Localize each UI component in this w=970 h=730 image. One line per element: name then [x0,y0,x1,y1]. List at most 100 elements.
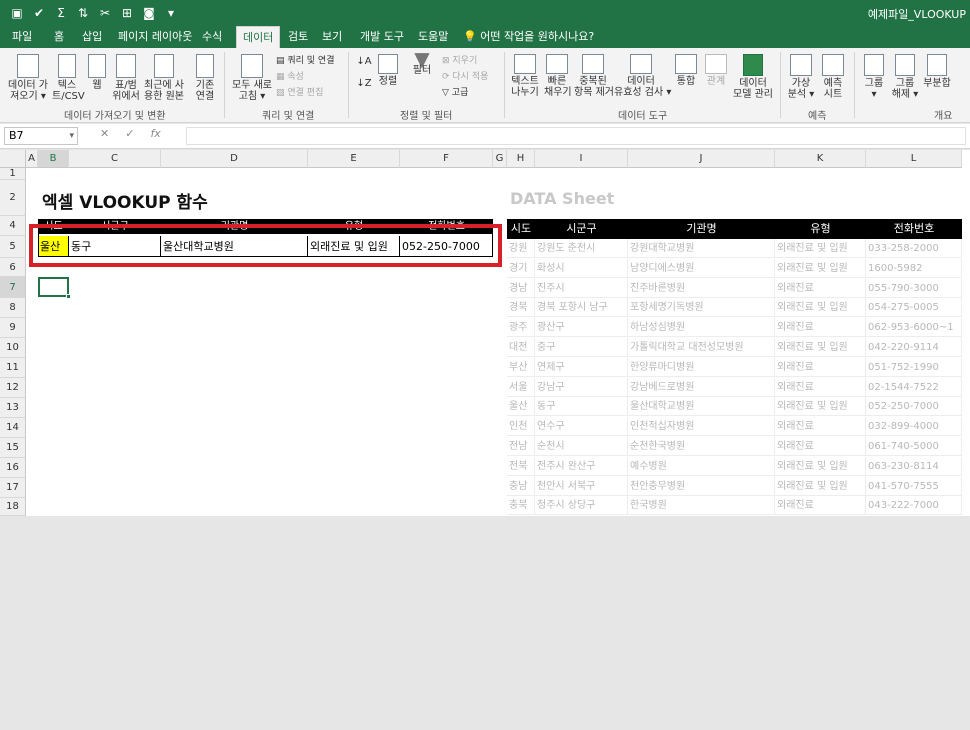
data-cell[interactable]: 대전 [507,338,535,357]
group-button[interactable]: 그룹 ▾ [860,54,888,100]
data-cell[interactable]: 충남 [507,476,535,496]
row-header[interactable]: 5 [0,236,26,258]
data-cell[interactable]: 하남성심병원 [628,318,775,338]
data-cell[interactable]: 남양디에스병원 [628,258,775,278]
data-cell[interactable]: 한양류마디병원 [628,357,775,377]
name-box[interactable]: B7 ▾ [4,127,78,145]
row-header[interactable]: 16 [0,458,26,478]
data-cell[interactable]: 1600-5982 [866,258,962,278]
data-cell[interactable]: 연제구 [535,357,628,377]
data-cell[interactable]: 외래진료 및 입원 [775,239,866,258]
data-cell[interactable]: 동구 [535,397,628,417]
row-header[interactable]: 17 [0,478,26,498]
forecast-sheet-button[interactable]: 예측 시트 [818,54,848,100]
row-header[interactable]: 6 [0,258,26,277]
data-cell[interactable]: 외래진료 [775,437,866,456]
sum-icon[interactable]: Σ [52,4,70,22]
row-header[interactable]: 8 [0,298,26,318]
chevron-down-icon[interactable]: ▾ [69,128,74,144]
save-icon[interactable]: ▣ [8,4,26,22]
row-header[interactable]: 9 [0,318,26,338]
sort-az-button[interactable]: ↓A [356,56,372,67]
manage-data-model-button[interactable]: 데이터 모델 관리 [732,54,774,100]
data-cell[interactable]: 052-250-7000 [866,397,962,417]
data-cell[interactable]: 외래진료 [775,318,866,338]
get-data-button[interactable]: 데이터 가 져오기 ▾ [6,54,50,102]
select-all-corner[interactable] [0,150,26,168]
data-cell[interactable]: 순천한국병원 [628,437,775,456]
data-cell[interactable]: 전주시 완산구 [535,456,628,476]
data-cell[interactable]: 강원대학교병원 [628,239,775,258]
column-header[interactable]: D [161,150,308,168]
data-cell[interactable]: 천안시 서북구 [535,476,628,496]
tab-0[interactable]: 파일 [6,26,38,48]
data-cell[interactable]: 외래진료 및 입원 [775,338,866,357]
edit-links-button[interactable]: ▧ 연결 편집 [276,88,323,99]
data-cell[interactable]: 063-230-8114 [866,456,962,476]
data-cell[interactable]: 외래진료 [775,278,866,298]
row-header[interactable]: 15 [0,438,26,458]
reapply-button[interactable]: ⟳ 다시 적용 [442,72,488,83]
data-cell[interactable]: 062-953-6000~1 [866,318,962,338]
what-if-analysis-button[interactable]: 가상 분석 ▾ [786,54,816,100]
advanced-filter-button[interactable]: ▽ 고급 [442,88,468,99]
data-cell[interactable]: 전북 [507,456,535,476]
flash-fill-button[interactable]: 빠른 채우기 [544,54,572,98]
tab-6[interactable]: 검토 [282,26,314,48]
insert-function-icon[interactable]: fx [150,127,160,140]
sort-button[interactable]: 정렬 [376,54,400,87]
recent-sources-button[interactable]: 최근에 사 용한 원본 [142,54,186,102]
web-button[interactable]: 웹 [86,54,108,91]
clear-filter-button[interactable]: ⊠ 지우기 [442,56,477,67]
data-cell[interactable]: 화성시 [535,258,628,278]
camera-icon[interactable]: ◙ [140,4,158,22]
column-header[interactable]: E [308,150,400,168]
data-cell[interactable]: 외래진료 및 입원 [775,298,866,318]
data-cell[interactable]: 외래진료 [775,417,866,437]
data-cell[interactable]: 예수병원 [628,456,775,476]
data-cell[interactable]: 051-752-1990 [866,357,962,377]
data-cell[interactable]: 인천 [507,417,535,437]
queries-connections-button[interactable]: ▤ 쿼리 및 연결 [276,56,335,67]
row-header[interactable]: 4 [0,216,26,236]
refresh-all-button[interactable]: 모두 새로 고침 ▾ [232,54,272,102]
data-cell[interactable]: 경북 [507,298,535,318]
tell-me-search[interactable]: 💡 어떤 작업을 원하시나요? [463,26,594,48]
data-cell[interactable]: 전남 [507,437,535,456]
row-header[interactable]: 13 [0,398,26,418]
data-cell[interactable]: 한국병원 [628,496,775,516]
sort-za-button[interactable]: ↓Z [356,78,372,89]
text-csv-button[interactable]: 텍스 트/CSV [52,54,85,102]
data-cell[interactable]: 연수구 [535,417,628,437]
sort-icon[interactable]: ⇅ [74,4,92,22]
enter-icon[interactable]: ✓ [125,127,134,140]
data-cell[interactable]: 055-790-3000 [866,278,962,298]
cut-icon[interactable]: ✂ [96,4,114,22]
more-icon[interactable]: ▾ [162,4,180,22]
tab-9[interactable]: 도움말 [412,26,454,48]
data-cell[interactable]: 경북 포항시 남구 [535,298,628,318]
properties-button[interactable]: ▦ 속성 [276,72,304,83]
data-cell[interactable]: 외래진료 [775,377,866,397]
tab-5[interactable]: 데이터 [236,26,281,48]
data-cell[interactable]: 인천적십자병원 [628,417,775,437]
data-cell[interactable]: 외래진료 [775,496,866,516]
existing-connections-button[interactable]: 기존 연결 [192,54,218,102]
row-header[interactable]: 1 [0,168,26,180]
data-cell[interactable]: 042-220-9114 [866,338,962,357]
tab-3[interactable]: 페이지 레이아웃 [112,26,198,48]
tab-4[interactable]: 수식 [196,26,228,48]
data-cell[interactable]: 043-222-7000 [866,496,962,516]
worksheet-grid[interactable]: 엑셀 VLOOKUP 함수 DATA Sheet ABCDEFGHIJKL124… [0,150,970,516]
column-header[interactable]: G [493,150,507,168]
formula-input[interactable] [186,127,966,145]
filter-icon[interactable]: ⊞ [118,4,136,22]
cancel-icon[interactable]: ✕ [100,127,109,140]
data-cell[interactable]: 광산구 [535,318,628,338]
data-cell[interactable]: 강남베드로병원 [628,377,775,397]
column-header[interactable]: K [775,150,866,168]
data-cell[interactable]: 충북 [507,496,535,516]
tab-8[interactable]: 개발 도구 [354,26,410,48]
data-cell[interactable]: 경기 [507,258,535,278]
data-cell[interactable]: 033-258-2000 [866,239,962,258]
